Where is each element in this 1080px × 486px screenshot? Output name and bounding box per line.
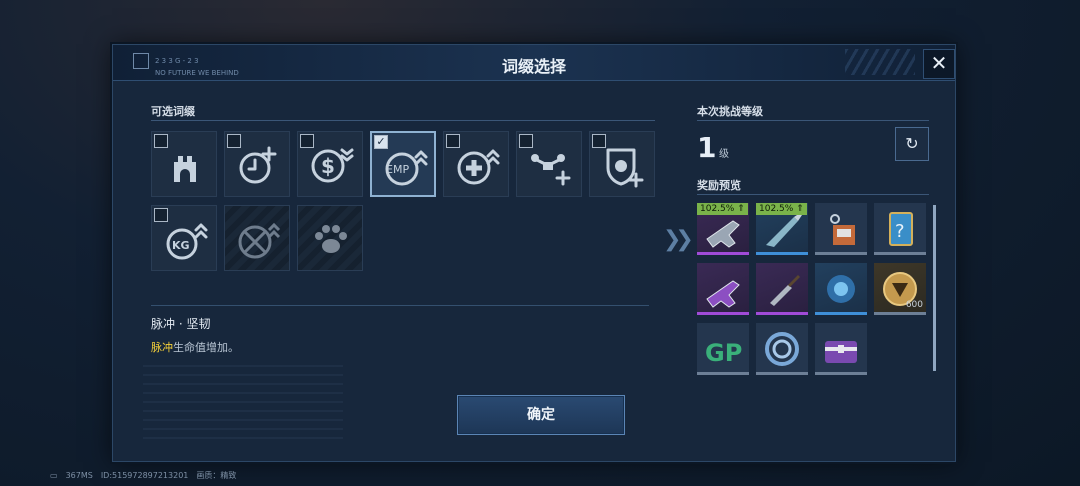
affix-detail-description: 脉冲生命值增加。 (151, 339, 239, 355)
affix-slot (224, 205, 290, 271)
reward-quantity: 600 (905, 300, 923, 310)
game-screen: 2 3 3 G - 2 3 NO FUTURE WE BEHIND 词缀选择 ✕… (0, 0, 1080, 486)
knife-icon (766, 213, 802, 247)
affix-checkbox[interactable] (300, 134, 314, 148)
svg-text:$: $ (321, 154, 335, 178)
affix-section-title: 可选词缀 (151, 105, 195, 118)
reward-preview-title: 奖励预览 (697, 179, 741, 192)
quality-setting: 画质：精致 (196, 471, 237, 480)
ping-icon: ▭ (50, 471, 58, 480)
reward-item[interactable]: GP (697, 323, 749, 375)
affix-checkbox[interactable] (446, 134, 460, 148)
paw-icon (315, 225, 347, 253)
reward-item[interactable] (756, 323, 808, 375)
reward-bonus-badge: 102.5% ⇑ (697, 203, 748, 215)
ring-token-icon (765, 332, 799, 366)
challenge-level-underline (697, 120, 929, 121)
keychain-crate-icon (830, 214, 855, 245)
svg-text:EMP: EMP (386, 163, 409, 176)
affix-select-dialog: 2 3 3 G - 2 3 NO FUTURE WE BEHIND 词缀选择 ✕… (112, 44, 956, 462)
affix-slot[interactable]: KG (151, 205, 217, 271)
affix-slot[interactable] (151, 131, 217, 197)
user-id: ID:515972897213201 (100, 471, 189, 480)
affix-checkbox[interactable] (519, 134, 533, 148)
affix-section-underline (151, 120, 655, 121)
header-stripe-decoration (845, 49, 915, 75)
svg-text:?: ? (895, 221, 905, 242)
blue-armor-icon (827, 275, 855, 303)
ping-text: 367MS (65, 471, 93, 480)
reward-item[interactable]: 102.5% ⇑ (697, 203, 749, 255)
background-log-decoration (143, 365, 343, 445)
affix-slot (297, 205, 363, 271)
reward-item[interactable]: 600 (874, 263, 926, 315)
purple-chest-icon (825, 341, 857, 363)
affix-slot[interactable]: $ (297, 131, 363, 197)
affix-checkbox[interactable]: ✓ (374, 135, 388, 149)
affix-checkbox[interactable] (154, 134, 168, 148)
affix-slot[interactable] (516, 131, 582, 197)
detail-divider (151, 305, 649, 306)
affix-desc-text: 生命值增加。 (173, 341, 239, 354)
rifle-purple-icon (706, 280, 740, 308)
confirm-button[interactable]: 确定 (457, 395, 625, 435)
chevron-right-icon: ❯❯ (663, 227, 694, 252)
affix-slot[interactable] (443, 131, 509, 197)
affix-slot[interactable] (589, 131, 655, 197)
reward-item[interactable] (815, 323, 867, 375)
affix-checkbox[interactable] (592, 134, 606, 148)
reward-item[interactable] (697, 263, 749, 315)
reward-preview-underline (697, 194, 929, 195)
refresh-icon: ↻ (905, 134, 919, 153)
folding-knife-icon (770, 275, 800, 306)
affix-slot[interactable] (224, 131, 290, 197)
challenge-level-unit: 级 (719, 149, 729, 160)
svg-text:GP: GP (705, 339, 742, 367)
scroll-thumb[interactable] (933, 205, 936, 371)
reward-item[interactable]: 102.5% ⇑ (756, 203, 808, 255)
dialog-header: 2 3 3 G - 2 3 NO FUTURE WE BEHIND 词缀选择 ✕ (113, 45, 955, 81)
affix-checkbox[interactable] (227, 134, 241, 148)
reward-scrollbar[interactable] (933, 205, 936, 371)
reward-item[interactable] (815, 263, 867, 315)
reward-item[interactable]: ? (874, 203, 926, 255)
rifle-icon (706, 220, 740, 248)
challenge-level-title: 本次挑战等级 (697, 105, 763, 118)
affix-detail-name: 脉冲 · 坚韧 (151, 317, 211, 331)
close-button[interactable]: ✕ (923, 49, 955, 79)
card-question-icon: ? (889, 212, 913, 246)
gp-currency-icon: GP (705, 339, 742, 367)
affix-slot[interactable]: EMP ✓ (370, 131, 436, 197)
affix-checkbox[interactable] (154, 208, 168, 222)
dialog-title: 词缀选择 (501, 57, 566, 76)
reward-item[interactable] (815, 203, 867, 255)
refresh-button[interactable]: ↻ (895, 127, 929, 161)
svg-text:KG: KG (172, 239, 190, 252)
footer-status: ▭ 367MS ID:515972897213201 画质：精致 (50, 470, 244, 481)
challenge-level-value: 1 (697, 131, 717, 164)
reward-bonus-badge: 102.5% ⇑ (756, 203, 807, 215)
no-melee-icon (238, 222, 281, 259)
affix-desc-highlight: 脉冲 (151, 341, 173, 354)
reward-item[interactable] (756, 263, 808, 315)
